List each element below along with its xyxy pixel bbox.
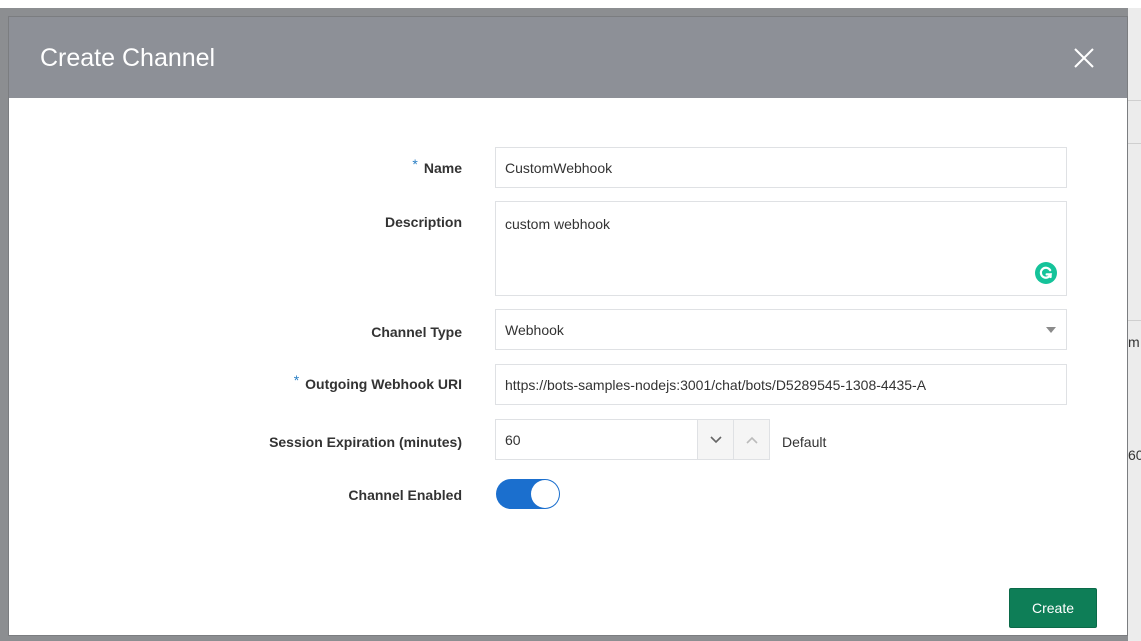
- underlying-divider: [1128, 100, 1141, 101]
- grammarly-icon[interactable]: [1035, 262, 1057, 284]
- chevron-up-icon: [745, 436, 758, 444]
- session-expiration-default: Default: [782, 434, 827, 450]
- channel-type-value: Webhook: [505, 321, 564, 338]
- session-expiration-input[interactable]: 60: [495, 419, 698, 460]
- close-button[interactable]: [1067, 41, 1101, 75]
- toggle-knob: [531, 480, 559, 508]
- underlying-text-fragment: 60: [1128, 447, 1141, 463]
- close-icon: [1074, 48, 1094, 68]
- create-channel-dialog: Create Channel * Name CustomWebhook Descr…: [8, 16, 1128, 636]
- outgoing-webhook-uri-input[interactable]: https://bots-samples-nodejs:3001/chat/bo…: [495, 364, 1067, 405]
- channel-enabled-label: Channel Enabled: [348, 487, 462, 503]
- grammarly-glyph: [1039, 266, 1053, 279]
- name-label-text: Name: [423, 160, 462, 176]
- required-marker: *: [412, 156, 418, 172]
- session-expiration-label: Session Expiration (minutes): [269, 434, 462, 450]
- underlying-divider: [1128, 143, 1141, 144]
- page-top-strip: [0, 0, 1141, 8]
- dialog-header: Create Channel: [9, 17, 1127, 98]
- underlying-page-edge: [1128, 8, 1141, 641]
- increment-button[interactable]: [733, 419, 770, 460]
- underlying-divider: [1128, 320, 1141, 321]
- chevron-down-icon: [709, 435, 722, 443]
- dialog-title: Create Channel: [40, 44, 216, 72]
- channel-type-select[interactable]: Webhook: [495, 309, 1067, 350]
- outgoing-webhook-uri-label-text: Outgoing Webhook URI: [305, 376, 462, 392]
- dropdown-arrow-icon: [1046, 327, 1056, 333]
- name-label: * Name: [162, 156, 462, 176]
- create-button[interactable]: Create: [1009, 588, 1097, 628]
- decrement-button[interactable]: [697, 419, 734, 460]
- name-input[interactable]: CustomWebhook: [495, 147, 1067, 188]
- channel-type-label: Channel Type: [371, 324, 462, 340]
- outgoing-webhook-uri-label: * Outgoing Webhook URI: [162, 372, 462, 392]
- required-marker: *: [293, 372, 300, 388]
- description-label: Description: [384, 214, 462, 230]
- description-textarea[interactable]: custom webhook: [495, 201, 1067, 296]
- channel-enabled-toggle[interactable]: [496, 479, 560, 509]
- description-value: custom webhook: [505, 216, 611, 232]
- underlying-text-fragment: m: [1128, 334, 1140, 350]
